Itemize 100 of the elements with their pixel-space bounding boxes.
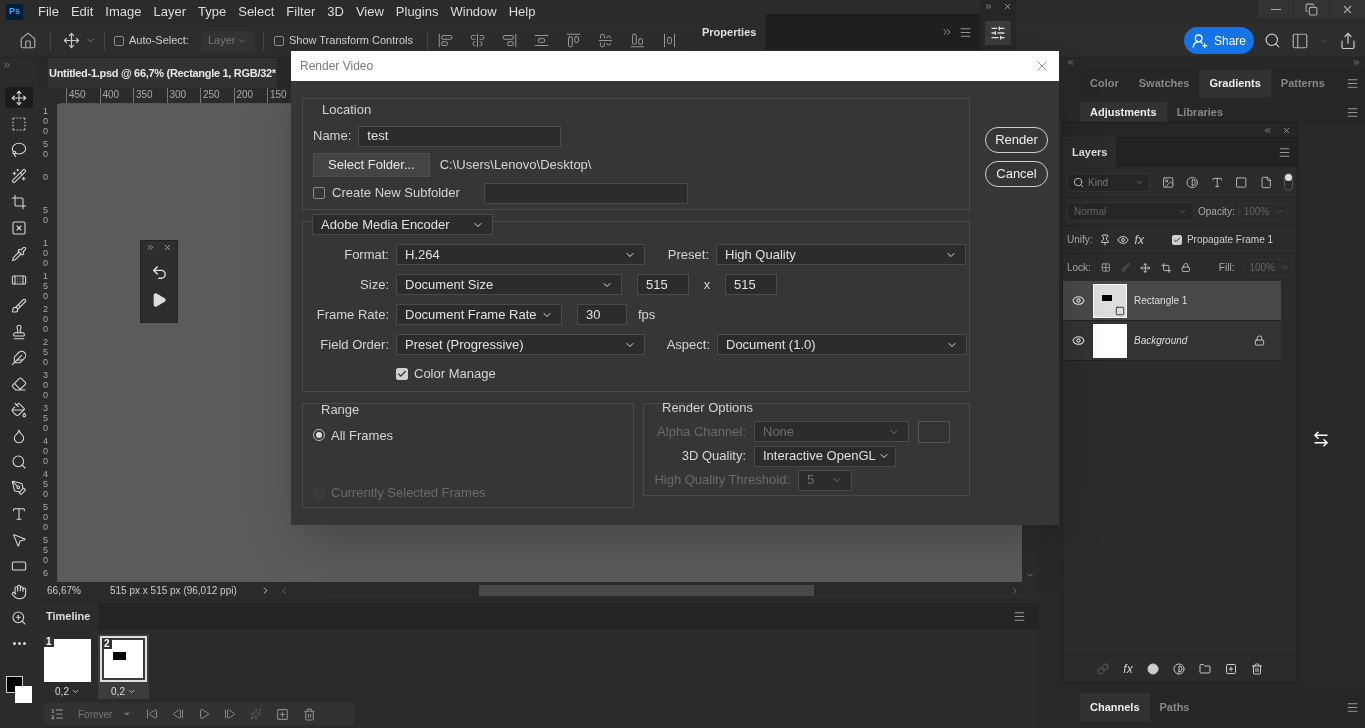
pin-icon xyxy=(1098,233,1111,246)
menu-item[interactable]: Layer xyxy=(147,2,193,22)
dropdown[interactable]: Interactive OpenGL xyxy=(754,445,896,467)
menu-item[interactable]: Image xyxy=(99,2,148,22)
menu-item[interactable]: Type xyxy=(192,2,233,22)
panel-tab[interactable]: Properties xyxy=(693,14,766,50)
visibility-icon xyxy=(1071,294,1085,307)
document-tab[interactable]: Untitled-1.psd @ 66,7% (Rectangle 1, RGB/32* xyxy=(48,58,277,88)
align-left-icon[interactable] xyxy=(438,33,454,48)
select-folder-button[interactable]: Select Folder... xyxy=(313,152,430,177)
unify-label: Unify: xyxy=(1067,233,1093,247)
menu-icon xyxy=(1346,105,1359,119)
distribute-icon[interactable] xyxy=(534,33,550,48)
home-icon[interactable] xyxy=(19,31,37,50)
dropdown[interactable]: High Quality xyxy=(716,244,966,265)
panel-tab[interactable]: Adjustments xyxy=(1080,102,1167,122)
image-filter-icon[interactable] xyxy=(1161,175,1175,189)
encoder-dropdown[interactable]: Adobe Media Encoder xyxy=(312,214,493,235)
checkbox[interactable] xyxy=(396,367,408,380)
ruler-label: 300 xyxy=(166,88,200,103)
panel-tab[interactable]: Gradients xyxy=(1199,70,1271,97)
fx-icon[interactable]: fx xyxy=(1123,659,1133,678)
menu-item[interactable]: Select xyxy=(232,2,281,22)
close-icon xyxy=(163,243,172,252)
dropdown[interactable]: H.264 xyxy=(396,244,645,265)
input-field[interactable]: 30 xyxy=(577,304,627,325)
align-bottom-icon[interactable] xyxy=(630,33,646,48)
user-plus-icon xyxy=(1191,32,1208,49)
panel-tab[interactable]: Layers xyxy=(1063,137,1117,167)
menu-item[interactable]: 3D xyxy=(321,2,350,22)
tool-button[interactable] xyxy=(5,87,33,108)
adjustment-filter-icon[interactable] xyxy=(1186,175,1199,189)
collapse-icon xyxy=(1263,125,1272,135)
checkbox[interactable] xyxy=(1171,234,1182,245)
chevron-icon xyxy=(126,687,136,696)
panel-tab[interactable]: Swatches xyxy=(1128,70,1200,97)
dropdown[interactable]: Document Size xyxy=(396,274,622,295)
layer-row[interactable]: Background xyxy=(1063,321,1281,361)
align-right-icon[interactable] xyxy=(502,33,518,48)
menu-item[interactable]: File xyxy=(32,2,65,22)
panel-tab[interactable]: Patterns xyxy=(1270,70,1335,97)
fx-icon[interactable]: fx xyxy=(1134,230,1144,249)
frame-delay[interactable]: 0,2 xyxy=(55,684,80,699)
eraser-icon xyxy=(11,375,27,392)
input-field[interactable]: 515 xyxy=(725,274,777,295)
play-icon xyxy=(151,292,167,308)
search-icon xyxy=(1073,176,1084,188)
ruler-label: 50 xyxy=(43,204,49,227)
panel-tab[interactable]: Channels xyxy=(1080,693,1150,721)
timeline-frame[interactable]: 2 0,2 xyxy=(98,634,149,699)
checkbox[interactable] xyxy=(313,187,325,199)
field-label: Aspect: xyxy=(665,335,710,354)
align-middle-icon[interactable] xyxy=(598,33,614,48)
menu-item[interactable]: Help xyxy=(502,2,542,22)
restore-button[interactable] xyxy=(1293,0,1329,18)
menu-item[interactable]: Filter xyxy=(280,2,322,22)
lasso-icon xyxy=(11,141,27,158)
rectangle-shape xyxy=(1102,294,1112,301)
play-icon xyxy=(198,708,211,720)
search-icon[interactable] xyxy=(1264,32,1281,49)
menu-item[interactable]: Window xyxy=(444,2,503,22)
move-icon[interactable] xyxy=(63,32,80,49)
timeline-frame[interactable]: 1 0,2 xyxy=(42,634,93,699)
times-sign: x xyxy=(702,275,712,294)
panel-tab[interactable]: Paths xyxy=(1149,693,1200,721)
check-icon xyxy=(1172,234,1181,245)
layer-thumbnail xyxy=(1093,323,1127,358)
subfolder-field[interactable] xyxy=(483,182,688,204)
align-top-icon[interactable] xyxy=(566,33,582,48)
frame-delay[interactable]: 0,2 xyxy=(111,684,136,699)
layer-row[interactable]: Rectangle 1 xyxy=(1063,281,1281,321)
color-swatch[interactable] xyxy=(918,420,950,443)
menu-icon xyxy=(1013,610,1026,623)
dropdown[interactable]: Preset (Progressive) xyxy=(396,334,645,355)
menu-item[interactable]: Plugins xyxy=(389,2,445,22)
color-swatches-drawing[interactable] xyxy=(4,676,34,706)
close-button[interactable] xyxy=(1329,0,1365,18)
expand-icon xyxy=(984,2,993,11)
menu-item[interactable]: Edit xyxy=(64,2,100,22)
share-button[interactable]: Share xyxy=(1183,27,1254,54)
align-center-icon[interactable] xyxy=(470,33,486,48)
panel-tab[interactable]: Timeline xyxy=(38,603,99,630)
ruler-label: 250 xyxy=(43,336,49,368)
dropdown[interactable]: Document Frame Rate xyxy=(396,304,562,325)
distribute-icon[interactable] xyxy=(662,33,678,48)
panel-tab[interactable]: Color xyxy=(1080,70,1129,97)
properties-button[interactable] xyxy=(985,21,1011,45)
upload-icon[interactable] xyxy=(1339,31,1357,50)
checkbox[interactable] xyxy=(114,35,124,46)
shape-filter-icon[interactable] xyxy=(1235,175,1248,189)
workspace-icon[interactable] xyxy=(1291,31,1309,50)
menu-item[interactable]: View xyxy=(349,2,390,22)
document-info: 515 px x 515 px (96,012 ppi) xyxy=(110,584,238,598)
input-field[interactable]: 515 xyxy=(637,274,689,295)
dropdown[interactable]: Document (1.0) xyxy=(717,334,967,355)
panel-tab[interactable]: Libraries xyxy=(1166,102,1234,122)
checkbox[interactable] xyxy=(273,35,284,46)
type-filter-icon[interactable] xyxy=(1210,175,1224,189)
ruler-label: 300 xyxy=(43,369,49,401)
input-field[interactable]: test xyxy=(358,125,562,147)
